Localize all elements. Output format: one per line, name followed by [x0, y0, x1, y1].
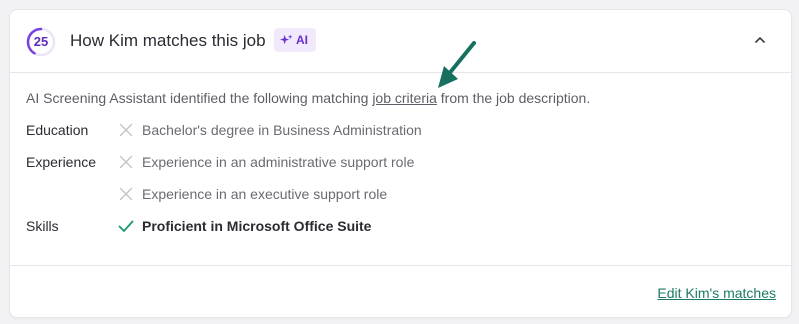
experience-row-2: Experience in an executive support role	[26, 184, 726, 204]
criterion-text: Experience in an executive support role	[142, 186, 388, 202]
card-body: AI Screening Assistant identified the fo…	[26, 88, 776, 234]
experience-row: Experience Experience in an administrati…	[26, 152, 726, 172]
not-matched-icon	[119, 123, 133, 137]
match-score-value: 25	[33, 34, 49, 49]
checkmark-icon	[118, 220, 134, 232]
card-title: How Kim matches this job	[70, 31, 266, 50]
ai-badge-label: AI	[296, 33, 308, 47]
education-row: Education Bachelor's degree in Business …	[26, 120, 726, 140]
not-matched-icon	[119, 155, 133, 169]
edit-matches-link[interactable]: Edit Kim's matches	[657, 283, 776, 303]
experience-label: Experience	[26, 154, 97, 170]
criterion-text: Experience in an administrative support …	[142, 154, 415, 170]
skills-label: Skills	[26, 218, 59, 234]
sparkle-icon	[280, 33, 293, 44]
not-matched-icon	[119, 187, 133, 201]
match-score-ring: 25	[25, 26, 57, 58]
criterion-text: Bachelor's degree in Business Administra…	[142, 122, 422, 138]
intro-text-before: AI Screening Assistant identified the fo…	[26, 90, 373, 106]
chevron-up-icon	[755, 37, 765, 43]
intro-text: AI Screening Assistant identified the fo…	[26, 88, 776, 108]
card-header[interactable]: 25 How Kim matches this job AI	[10, 10, 791, 73]
intro-text-after: from the job description.	[436, 90, 591, 106]
ai-badge: AI	[274, 28, 316, 52]
skills-row: Skills Proficient in Microsoft Office Su…	[26, 216, 726, 236]
criterion-text: Proficient in Microsoft Office Suite	[142, 218, 372, 234]
match-card: 25 How Kim matches this job AI AI Screen…	[9, 9, 792, 318]
education-label: Education	[26, 122, 89, 138]
footer-divider	[10, 265, 791, 266]
job-criteria-link[interactable]: job criteria	[372, 90, 437, 106]
collapse-button[interactable]	[748, 28, 772, 52]
